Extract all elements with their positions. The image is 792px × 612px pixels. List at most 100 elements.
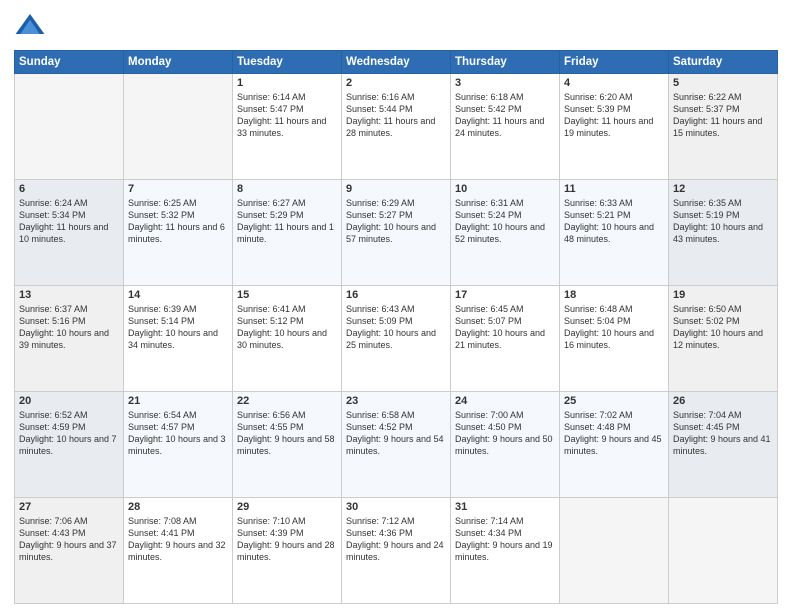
day-info: Sunrise: 7:00 AM Sunset: 4:50 PM Dayligh…	[455, 409, 555, 458]
header-day-wednesday: Wednesday	[342, 51, 451, 74]
day-number: 27	[19, 501, 119, 513]
sunrise: Sunrise: 6:41 AM	[237, 304, 306, 314]
day-info: Sunrise: 6:39 AM Sunset: 5:14 PM Dayligh…	[128, 303, 228, 352]
sunset: Sunset: 4:50 PM	[455, 422, 522, 432]
day-info: Sunrise: 6:22 AM Sunset: 5:37 PM Dayligh…	[673, 91, 773, 140]
sunrise: Sunrise: 6:29 AM	[346, 198, 415, 208]
sunrise: Sunrise: 7:06 AM	[19, 516, 88, 526]
day-info: Sunrise: 7:12 AM Sunset: 4:36 PM Dayligh…	[346, 515, 446, 564]
sunrise: Sunrise: 7:10 AM	[237, 516, 306, 526]
day-number: 12	[673, 183, 773, 195]
sunset: Sunset: 5:24 PM	[455, 210, 522, 220]
week-row-4: 20 Sunrise: 6:52 AM Sunset: 4:59 PM Dayl…	[15, 392, 778, 498]
day-cell: 16 Sunrise: 6:43 AM Sunset: 5:09 PM Dayl…	[342, 286, 451, 392]
sunrise: Sunrise: 6:37 AM	[19, 304, 88, 314]
sunset: Sunset: 5:44 PM	[346, 104, 413, 114]
day-cell: 11 Sunrise: 6:33 AM Sunset: 5:21 PM Dayl…	[560, 180, 669, 286]
day-number: 26	[673, 395, 773, 407]
daylight: Daylight: 11 hours and 28 minutes.	[346, 116, 435, 138]
day-info: Sunrise: 7:06 AM Sunset: 4:43 PM Dayligh…	[19, 515, 119, 564]
day-cell: 3 Sunrise: 6:18 AM Sunset: 5:42 PM Dayli…	[451, 74, 560, 180]
calendar-header-row: SundayMondayTuesdayWednesdayThursdayFrid…	[15, 51, 778, 74]
daylight: Daylight: 9 hours and 54 minutes.	[346, 434, 444, 456]
day-cell: 30 Sunrise: 7:12 AM Sunset: 4:36 PM Dayl…	[342, 498, 451, 604]
week-row-3: 13 Sunrise: 6:37 AM Sunset: 5:16 PM Dayl…	[15, 286, 778, 392]
sunset: Sunset: 4:34 PM	[455, 528, 522, 538]
day-info: Sunrise: 7:02 AM Sunset: 4:48 PM Dayligh…	[564, 409, 664, 458]
day-number: 11	[564, 183, 664, 195]
day-cell: 18 Sunrise: 6:48 AM Sunset: 5:04 PM Dayl…	[560, 286, 669, 392]
day-number: 10	[455, 183, 555, 195]
sunset: Sunset: 5:16 PM	[19, 316, 86, 326]
daylight: Daylight: 10 hours and 48 minutes.	[564, 222, 654, 244]
sunrise: Sunrise: 6:22 AM	[673, 92, 742, 102]
day-info: Sunrise: 6:20 AM Sunset: 5:39 PM Dayligh…	[564, 91, 664, 140]
sunrise: Sunrise: 7:04 AM	[673, 410, 742, 420]
day-number: 28	[128, 501, 228, 513]
day-cell: 13 Sunrise: 6:37 AM Sunset: 5:16 PM Dayl…	[15, 286, 124, 392]
day-number: 30	[346, 501, 446, 513]
sunrise: Sunrise: 6:58 AM	[346, 410, 415, 420]
day-number: 19	[673, 289, 773, 301]
sunset: Sunset: 4:45 PM	[673, 422, 740, 432]
day-number: 22	[237, 395, 337, 407]
sunset: Sunset: 4:59 PM	[19, 422, 86, 432]
day-cell: 9 Sunrise: 6:29 AM Sunset: 5:27 PM Dayli…	[342, 180, 451, 286]
day-number: 18	[564, 289, 664, 301]
day-cell: 8 Sunrise: 6:27 AM Sunset: 5:29 PM Dayli…	[233, 180, 342, 286]
week-row-2: 6 Sunrise: 6:24 AM Sunset: 5:34 PM Dayli…	[15, 180, 778, 286]
sunrise: Sunrise: 6:39 AM	[128, 304, 197, 314]
day-info: Sunrise: 6:35 AM Sunset: 5:19 PM Dayligh…	[673, 197, 773, 246]
day-number: 23	[346, 395, 446, 407]
daylight: Daylight: 11 hours and 1 minute.	[237, 222, 334, 244]
header-day-monday: Monday	[124, 51, 233, 74]
sunset: Sunset: 5:47 PM	[237, 104, 304, 114]
day-cell: 12 Sunrise: 6:35 AM Sunset: 5:19 PM Dayl…	[669, 180, 778, 286]
sunset: Sunset: 5:37 PM	[673, 104, 740, 114]
day-cell: 20 Sunrise: 6:52 AM Sunset: 4:59 PM Dayl…	[15, 392, 124, 498]
daylight: Daylight: 11 hours and 24 minutes.	[455, 116, 544, 138]
day-number: 31	[455, 501, 555, 513]
day-info: Sunrise: 6:43 AM Sunset: 5:09 PM Dayligh…	[346, 303, 446, 352]
daylight: Daylight: 11 hours and 10 minutes.	[19, 222, 108, 244]
sunset: Sunset: 5:07 PM	[455, 316, 522, 326]
day-info: Sunrise: 6:29 AM Sunset: 5:27 PM Dayligh…	[346, 197, 446, 246]
sunset: Sunset: 5:09 PM	[346, 316, 413, 326]
sunset: Sunset: 5:34 PM	[19, 210, 86, 220]
day-info: Sunrise: 6:16 AM Sunset: 5:44 PM Dayligh…	[346, 91, 446, 140]
day-number: 16	[346, 289, 446, 301]
sunrise: Sunrise: 6:43 AM	[346, 304, 415, 314]
day-info: Sunrise: 6:31 AM Sunset: 5:24 PM Dayligh…	[455, 197, 555, 246]
day-cell: 19 Sunrise: 6:50 AM Sunset: 5:02 PM Dayl…	[669, 286, 778, 392]
day-cell: 26 Sunrise: 7:04 AM Sunset: 4:45 PM Dayl…	[669, 392, 778, 498]
day-number: 3	[455, 77, 555, 89]
sunset: Sunset: 4:41 PM	[128, 528, 195, 538]
sunset: Sunset: 4:57 PM	[128, 422, 195, 432]
daylight: Daylight: 10 hours and 43 minutes.	[673, 222, 763, 244]
daylight: Daylight: 10 hours and 21 minutes.	[455, 328, 545, 350]
header	[14, 10, 778, 42]
daylight: Daylight: 9 hours and 37 minutes.	[19, 540, 117, 562]
day-cell: 25 Sunrise: 7:02 AM Sunset: 4:48 PM Dayl…	[560, 392, 669, 498]
day-number: 4	[564, 77, 664, 89]
daylight: Daylight: 11 hours and 6 minutes.	[128, 222, 225, 244]
day-info: Sunrise: 6:37 AM Sunset: 5:16 PM Dayligh…	[19, 303, 119, 352]
sunrise: Sunrise: 6:54 AM	[128, 410, 197, 420]
sunrise: Sunrise: 7:08 AM	[128, 516, 197, 526]
daylight: Daylight: 10 hours and 39 minutes.	[19, 328, 109, 350]
sunset: Sunset: 5:02 PM	[673, 316, 740, 326]
sunrise: Sunrise: 6:20 AM	[564, 92, 633, 102]
sunrise: Sunrise: 7:00 AM	[455, 410, 524, 420]
day-cell: 24 Sunrise: 7:00 AM Sunset: 4:50 PM Dayl…	[451, 392, 560, 498]
day-info: Sunrise: 6:18 AM Sunset: 5:42 PM Dayligh…	[455, 91, 555, 140]
day-number: 5	[673, 77, 773, 89]
daylight: Daylight: 10 hours and 12 minutes.	[673, 328, 763, 350]
daylight: Daylight: 10 hours and 30 minutes.	[237, 328, 327, 350]
sunset: Sunset: 5:27 PM	[346, 210, 413, 220]
day-info: Sunrise: 6:33 AM Sunset: 5:21 PM Dayligh…	[564, 197, 664, 246]
day-info: Sunrise: 6:50 AM Sunset: 5:02 PM Dayligh…	[673, 303, 773, 352]
daylight: Daylight: 11 hours and 19 minutes.	[564, 116, 653, 138]
day-info: Sunrise: 7:08 AM Sunset: 4:41 PM Dayligh…	[128, 515, 228, 564]
day-number: 2	[346, 77, 446, 89]
daylight: Daylight: 9 hours and 24 minutes.	[346, 540, 444, 562]
